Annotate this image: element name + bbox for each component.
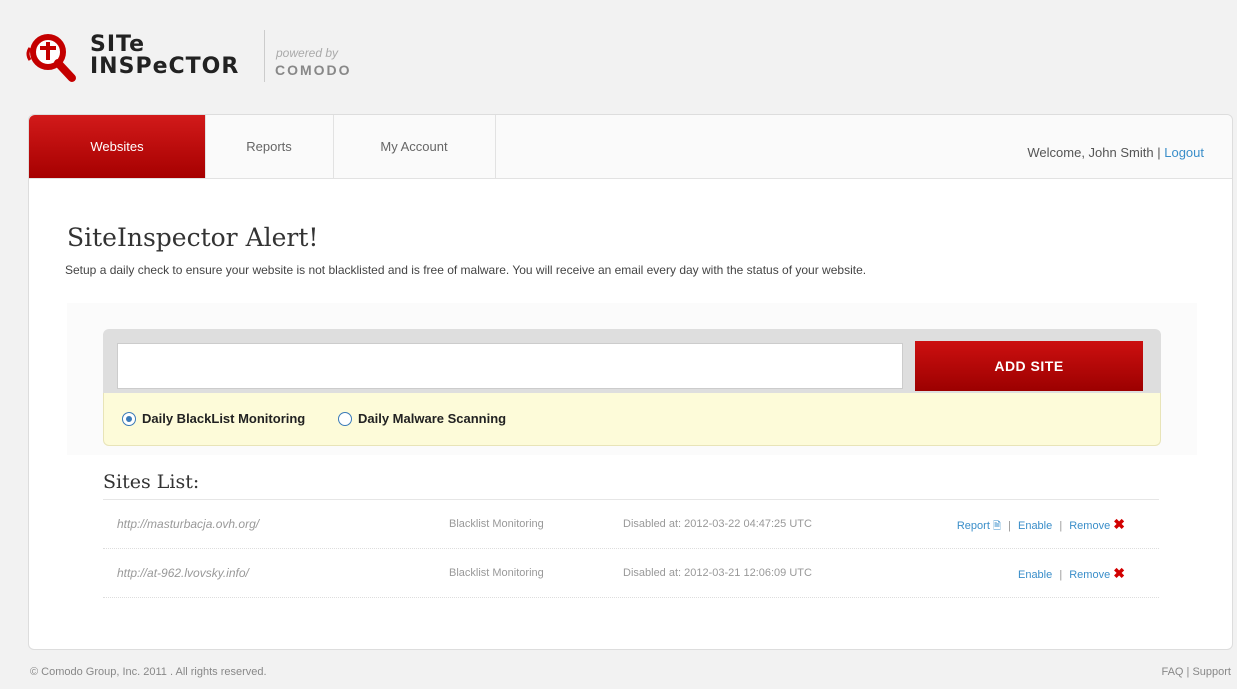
logout-link[interactable]: Logout	[1164, 145, 1204, 160]
radio-unselected-icon[interactable]	[338, 411, 352, 426]
site-url: http://masturbacja.ovh.org/	[117, 517, 260, 531]
site-monitor-type: Blacklist Monitoring	[449, 518, 544, 530]
add-site-form: ADD SITE Daily BlackList Monitoring Dail…	[67, 303, 1197, 455]
page-header: SITe INSPeCTOR powered by COMODO	[0, 0, 1237, 115]
table-row: http://masturbacja.ovh.org/ Blacklist Mo…	[103, 500, 1159, 549]
main-panel: Websites Reports My Account Welcome, Joh…	[28, 114, 1233, 650]
remove-x-icon[interactable]: ✖	[1113, 565, 1125, 581]
welcome-separator: |	[1157, 145, 1161, 160]
tab-websites[interactable]: Websites	[29, 115, 206, 178]
alert-description: Setup a daily check to ensure your websi…	[65, 263, 867, 277]
powered-by-label: powered by	[276, 46, 339, 60]
site-inspector-logo-text: SITe INSPeCTOR	[90, 34, 239, 78]
site-status: Disabled at: 2012-03-21 12:06:09 UTC	[623, 567, 812, 579]
report-link[interactable]: Report	[957, 520, 990, 532]
report-doc-icon[interactable]: 🗎	[993, 521, 1001, 532]
footer-copyright: © Comodo Group, Inc. 2011 . All rights r…	[30, 666, 267, 678]
site-actions: Report 🗎 | Enable | Remove ✖	[956, 516, 1125, 532]
tab-my-account[interactable]: My Account	[333, 115, 496, 178]
remove-link[interactable]: Remove	[1069, 520, 1110, 532]
site-url-input[interactable]	[117, 343, 903, 389]
enable-link[interactable]: Enable	[1018, 569, 1052, 581]
footer-links[interactable]: FAQ | Support	[1161, 666, 1231, 678]
site-url: http://at-962.lvovsky.info/	[117, 566, 249, 580]
input-bar: ADD SITE	[103, 329, 1161, 393]
radio-selected-icon[interactable]	[122, 411, 136, 426]
option-blacklist-label: Daily BlackList Monitoring	[142, 411, 306, 426]
site-monitor-type: Blacklist Monitoring	[449, 567, 544, 579]
sites-table: http://masturbacja.ovh.org/ Blacklist Mo…	[103, 499, 1159, 598]
option-malware[interactable]: Daily Malware Scanning	[338, 411, 506, 426]
remove-link[interactable]: Remove	[1069, 569, 1110, 581]
add-site-button[interactable]: ADD SITE	[915, 341, 1143, 391]
logo-line-1: SITe	[90, 32, 146, 57]
monitoring-options: Daily BlackList Monitoring Daily Malware…	[103, 393, 1161, 446]
option-malware-label: Daily Malware Scanning	[358, 411, 507, 426]
welcome-text: Welcome, John Smith	[1027, 145, 1154, 160]
tab-reports[interactable]: Reports	[205, 115, 334, 178]
table-row: http://at-962.lvovsky.info/ Blacklist Mo…	[103, 549, 1159, 598]
site-inspector-logo-icon	[26, 34, 76, 82]
welcome-area: Welcome, John Smith | Logout	[1027, 115, 1204, 190]
logo-divider	[264, 30, 265, 82]
sites-list-title: Sites List:	[103, 471, 200, 493]
alert-title: SiteInspector Alert!	[67, 223, 319, 252]
site-actions: Enable | Remove ✖	[1017, 565, 1125, 581]
remove-x-icon[interactable]: ✖	[1113, 516, 1125, 532]
main-nav: Websites Reports My Account Welcome, Joh…	[29, 115, 1232, 179]
comodo-brand: COMODO	[275, 62, 352, 78]
site-status: Disabled at: 2012-03-22 04:47:25 UTC	[623, 518, 812, 530]
logo-line-2: INSPeCTOR	[90, 54, 240, 79]
enable-link[interactable]: Enable	[1018, 520, 1052, 532]
option-blacklist[interactable]: Daily BlackList Monitoring	[122, 411, 305, 426]
